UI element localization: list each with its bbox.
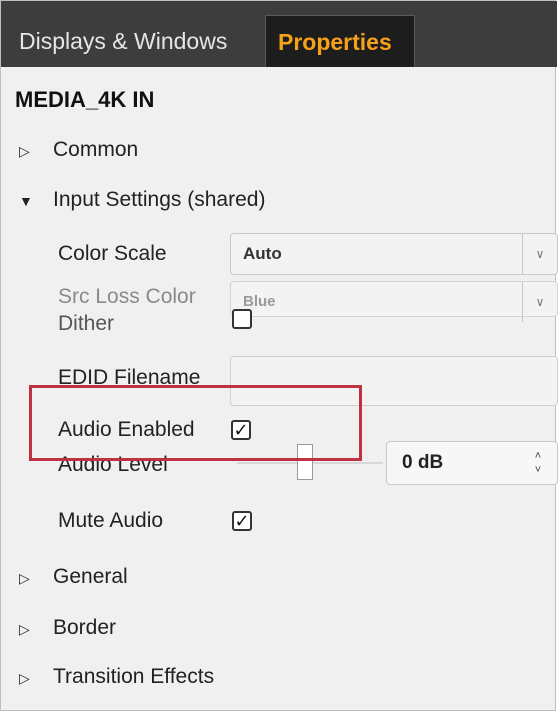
src-loss-color-dropdown[interactable]: Blue ∨ [230, 281, 558, 322]
spin-up-icon[interactable]: ˄ [531, 450, 545, 462]
mute-audio-label: Mute Audio [58, 509, 164, 532]
collapsed-arrow-icon: ▷ [19, 621, 30, 637]
audio-enabled-checkbox[interactable]: ✓ [231, 420, 251, 440]
tab-bar: Displays & Windows Properties [1, 1, 557, 67]
collapsed-arrow-icon: ▷ [19, 143, 30, 159]
page-title: MEDIA_4K IN [15, 87, 155, 112]
section-label: Input Settings (shared) [53, 188, 266, 211]
spin-down-icon[interactable]: ˅ [531, 464, 545, 476]
src-loss-color-label: Src Loss Color [58, 285, 196, 308]
audio-enabled-label: Audio Enabled [58, 418, 195, 441]
section-border[interactable]: ▷ Border [19, 613, 116, 643]
audio-level-value: 0 dB [402, 452, 444, 473]
tab-displays-windows[interactable]: Displays & Windows [7, 15, 265, 67]
audio-level-slider-handle[interactable] [297, 444, 313, 480]
expanded-arrow-icon: ▼ [19, 193, 33, 209]
edid-filename-field[interactable] [230, 356, 558, 406]
section-label: Border [53, 616, 117, 639]
color-scale-value: Auto [243, 244, 282, 263]
audio-level-spinner[interactable]: 0 dB ˄ ˅ [386, 441, 558, 485]
properties-panel: Displays & Windows Properties MEDIA_4K I… [0, 0, 558, 711]
mute-audio-checkbox[interactable]: ✓ [232, 511, 252, 531]
section-common[interactable]: ▷ Common [19, 135, 138, 165]
audio-level-label: Audio Level [58, 453, 168, 476]
chevron-down-icon[interactable]: ∨ [522, 234, 557, 274]
tab-properties[interactable]: Properties [265, 15, 415, 67]
section-label: Transition Effects [53, 665, 215, 688]
dither-checkbox[interactable] [232, 309, 252, 329]
section-label: Common [53, 138, 139, 161]
color-scale-label: Color Scale [58, 242, 167, 265]
section-transition-effects[interactable]: ▷ Transition Effects [19, 662, 214, 692]
color-scale-dropdown[interactable]: Auto ∨ [230, 233, 558, 275]
chevron-down-icon[interactable]: ∨ [522, 282, 557, 322]
edid-filename-label: EDID Filename [58, 366, 201, 389]
collapsed-arrow-icon: ▷ [19, 670, 30, 686]
section-general[interactable]: ▷ General [19, 562, 128, 592]
collapsed-arrow-icon: ▷ [19, 570, 30, 586]
dither-label: Dither [58, 312, 115, 335]
section-input-settings[interactable]: ▼ Input Settings (shared) [19, 185, 265, 215]
section-label: General [53, 565, 128, 588]
